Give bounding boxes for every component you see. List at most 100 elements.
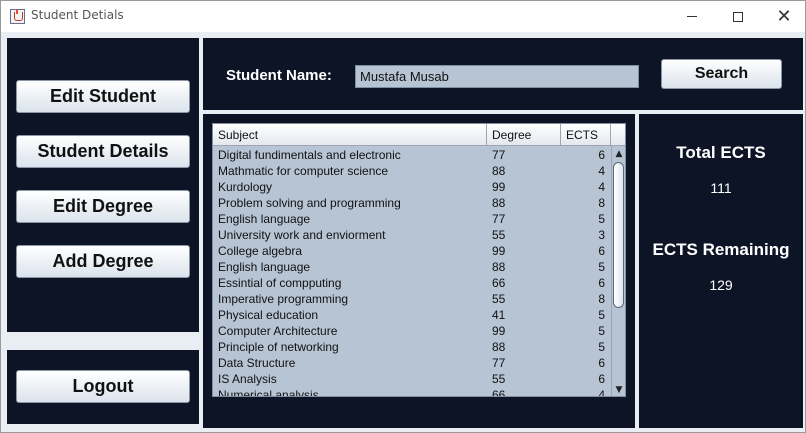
ects-remaining-value: 129 (709, 277, 733, 293)
main-content: Edit Student Student Details Edit Degree… (1, 32, 805, 432)
table-row[interactable]: Imperative programming 55 8 (213, 291, 611, 307)
cell-subject: English language (218, 212, 311, 226)
table-row[interactable]: Digital fundimentals and electronic 77 6 (213, 147, 611, 163)
cell-ects: 4 (598, 164, 605, 178)
edit-degree-button[interactable]: Edit Degree (16, 190, 190, 223)
cell-degree: 66 (492, 276, 506, 290)
cell-degree: 77 (492, 356, 506, 370)
total-ects-label: Total ECTS (676, 143, 766, 162)
cell-subject: IS Analysis (218, 372, 277, 386)
search-button[interactable]: Search (661, 59, 782, 89)
cell-ects: 5 (598, 324, 605, 338)
cell-degree: 41 (492, 308, 506, 322)
cell-ects: 8 (598, 196, 605, 210)
minimize-icon (687, 16, 697, 17)
cell-ects: 8 (598, 292, 605, 306)
maximize-button[interactable] (715, 1, 761, 32)
table-body: Digital fundimentals and electronic 77 6 Ma… (213, 147, 611, 397)
grades-table[interactable]: Subject Degree ECTS Digital fundimentals… (212, 123, 626, 397)
table-row[interactable]: English language 88 5 (213, 259, 611, 275)
cell-subject: Mathmatic for computer science (218, 164, 389, 178)
cell-ects: 6 (598, 276, 605, 290)
scroll-down-icon[interactable]: ▼ (614, 385, 624, 395)
title-bar[interactable]: Student Detials ✕ (1, 1, 805, 32)
maximize-icon (733, 11, 743, 22)
cell-degree: 88 (492, 164, 506, 178)
cell-subject: Computer Architecture (218, 324, 338, 338)
cell-degree: 88 (492, 196, 506, 210)
cell-ects: 4 (598, 180, 605, 194)
minimize-button[interactable] (669, 1, 715, 32)
cell-degree: 77 (492, 212, 506, 226)
search-panel: Student Name: Mustafa Musab Search (203, 38, 803, 110)
cell-subject: University work and enviorment (218, 228, 386, 242)
app-window: Student Detials ✕ Edit Student Student D… (0, 0, 806, 433)
table-row[interactable]: IS Analysis 55 6 (213, 371, 611, 387)
cell-degree: 88 (492, 260, 506, 274)
table-row[interactable]: University work and enviorment 55 3 (213, 227, 611, 243)
column-header-ects[interactable]: ECTS (561, 124, 611, 146)
student-name-label: Student Name: (226, 67, 332, 84)
cell-ects: 6 (598, 356, 605, 370)
table-row[interactable]: College algebra 99 6 (213, 243, 611, 259)
table-row[interactable]: Essintial of compputing 66 6 (213, 275, 611, 291)
cell-ects: 5 (598, 340, 605, 354)
cell-ects: 4 (598, 388, 605, 397)
edit-student-button[interactable]: Edit Student (16, 80, 190, 113)
cell-subject: Kurdology (218, 180, 273, 194)
cell-subject: Numerical analysis (218, 388, 319, 397)
close-icon: ✕ (776, 5, 792, 27)
navigation-panel: Edit Student Student Details Edit Degree… (7, 38, 199, 332)
ects-remaining-label: ECTS Remaining (652, 240, 790, 259)
ects-summary-panel: Total ECTS 111 ECTS Remaining 129 (639, 114, 803, 428)
cell-degree: 99 (492, 324, 506, 338)
column-header-subject[interactable]: Subject (213, 124, 487, 146)
cell-subject: English language (218, 260, 311, 274)
logout-panel: Logout (7, 350, 199, 424)
scrollbar-thumb[interactable] (613, 162, 624, 308)
cell-degree: 55 (492, 228, 506, 242)
cell-degree: 77 (492, 148, 506, 162)
scroll-up-icon[interactable]: ▲ (614, 149, 624, 159)
cell-ects: 6 (598, 244, 605, 258)
cell-degree: 88 (492, 340, 506, 354)
cell-subject: Imperative programming (218, 292, 349, 306)
student-name-input[interactable]: Mustafa Musab (355, 65, 639, 88)
cell-ects: 6 (598, 372, 605, 386)
table-row[interactable]: Numerical analysis 66 4 (213, 387, 611, 397)
student-details-button[interactable]: Student Details (16, 135, 190, 168)
table-row[interactable]: English language 77 5 (213, 211, 611, 227)
table-row[interactable]: Problem solving and programming 88 8 (213, 195, 611, 211)
cell-subject: Data Structure (218, 356, 296, 370)
table-row[interactable]: Physical education 41 5 (213, 307, 611, 323)
vertical-scrollbar[interactable]: ▲ ▼ (611, 146, 625, 396)
table-row[interactable]: Data Structure 77 6 (213, 355, 611, 371)
table-header-corner (611, 124, 625, 146)
add-degree-button[interactable]: Add Degree (16, 245, 190, 278)
grades-panel: Subject Degree ECTS Digital fundimentals… (203, 114, 635, 428)
cell-degree: 55 (492, 292, 506, 306)
cell-subject: Principle of networking (218, 340, 339, 354)
window-title: Student Detials (31, 8, 124, 22)
cell-degree: 99 (492, 244, 506, 258)
table-row[interactable]: Kurdology 99 4 (213, 179, 611, 195)
cell-degree: 66 (492, 388, 506, 397)
cell-ects: 5 (598, 212, 605, 226)
cell-ects: 3 (598, 228, 605, 242)
cell-subject: College algebra (218, 244, 303, 258)
cell-subject: Digital fundimentals and electronic (218, 148, 401, 162)
java-app-icon (10, 9, 25, 24)
cell-degree: 99 (492, 180, 506, 194)
close-button[interactable]: ✕ (761, 1, 806, 32)
cell-ects: 5 (598, 308, 605, 322)
column-header-degree[interactable]: Degree (487, 124, 561, 146)
cell-ects: 5 (598, 260, 605, 274)
table-header: Subject Degree ECTS (213, 124, 611, 146)
cell-subject: Physical education (218, 308, 319, 322)
table-row[interactable]: Computer Architecture 99 5 (213, 323, 611, 339)
table-row[interactable]: Principle of networking 88 5 (213, 339, 611, 355)
logout-button[interactable]: Logout (16, 370, 190, 403)
cell-ects: 6 (598, 148, 605, 162)
cell-subject: Problem solving and programming (218, 196, 401, 210)
table-row[interactable]: Mathmatic for computer science 88 4 (213, 163, 611, 179)
